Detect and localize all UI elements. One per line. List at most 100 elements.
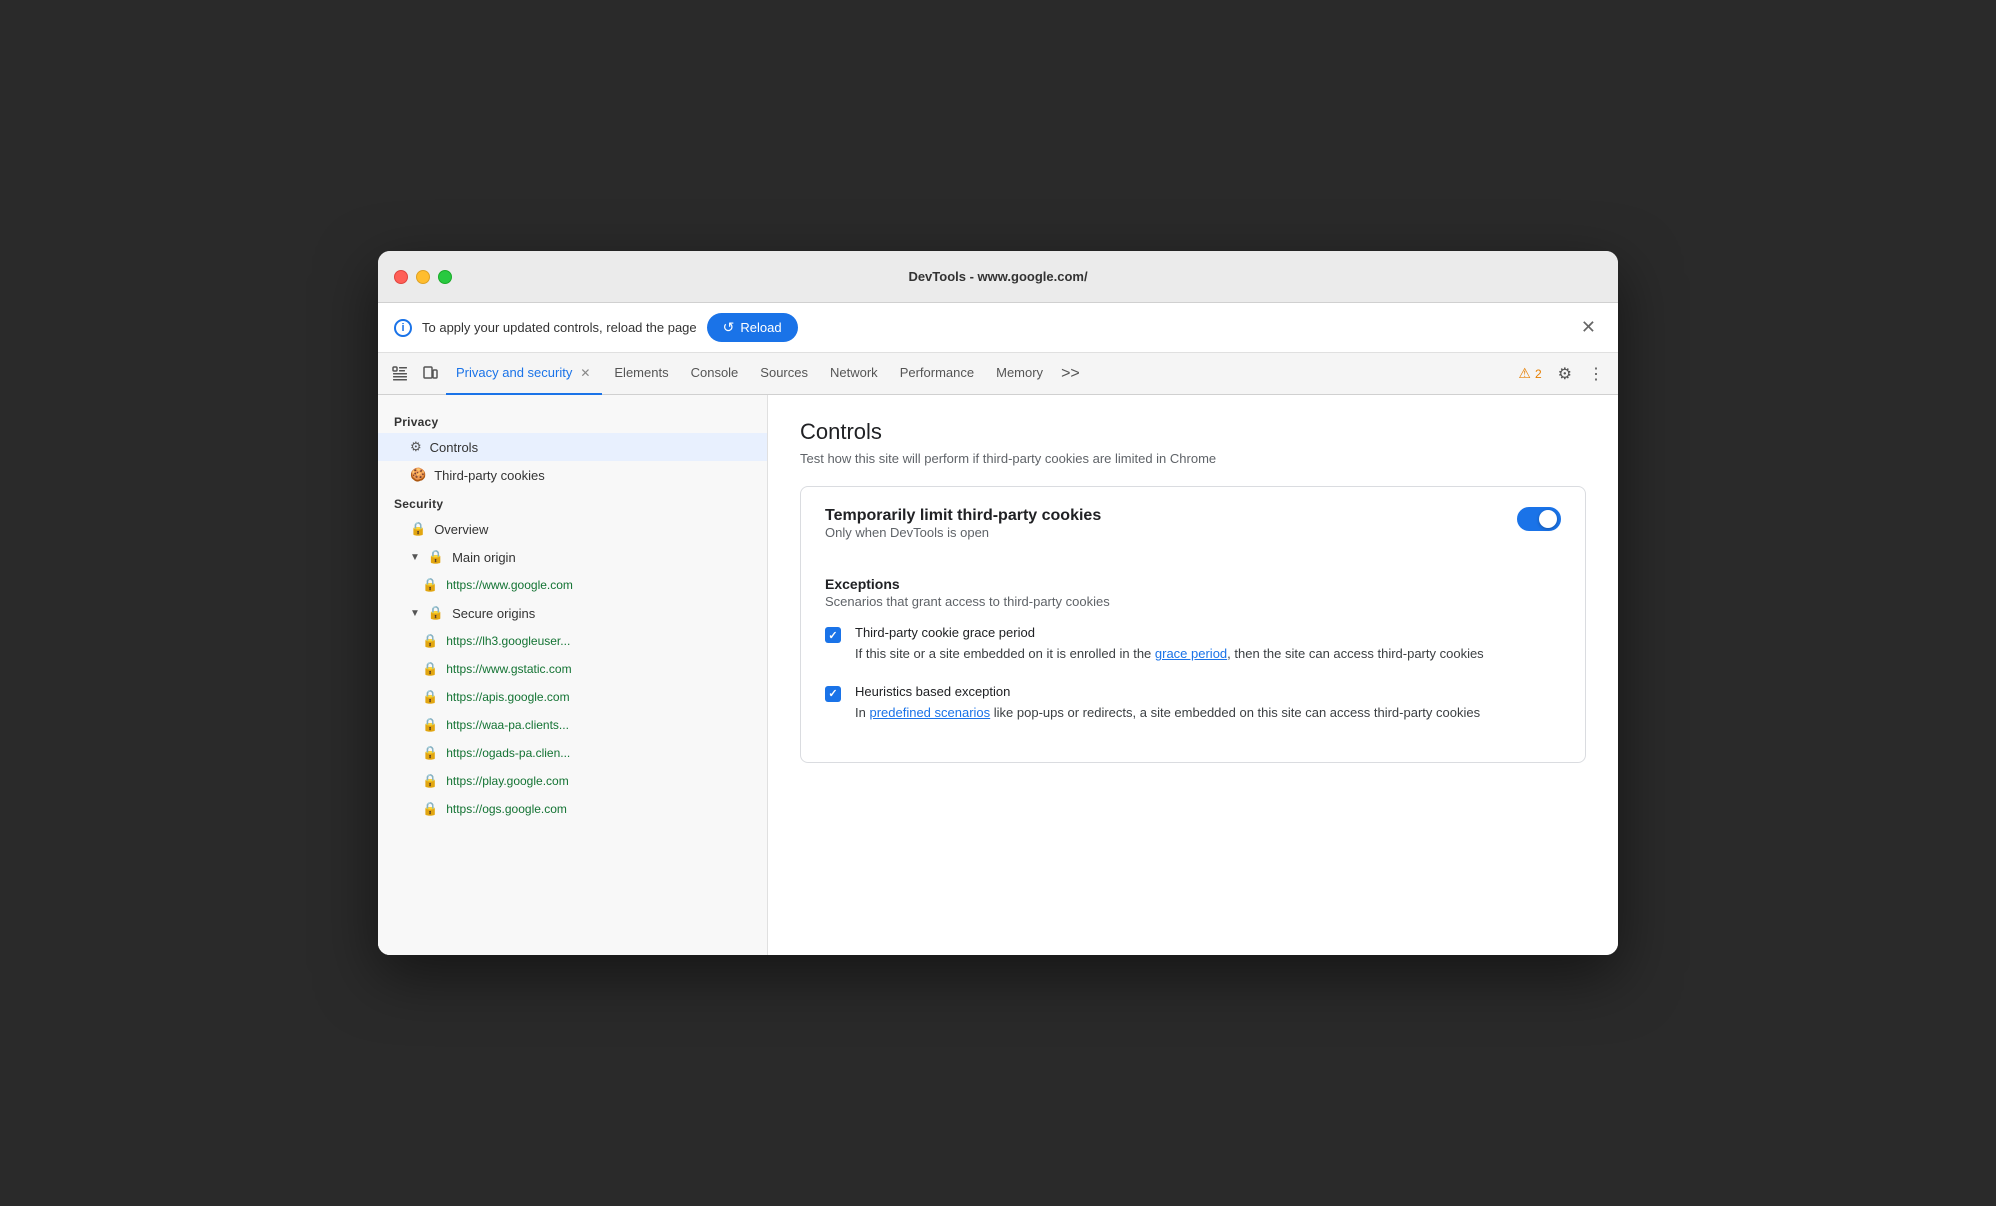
sidebar-main-origin-label: Main origin bbox=[452, 550, 516, 565]
tab-performance[interactable]: Performance bbox=[890, 353, 984, 395]
sidebar-item-url5[interactable]: 🔒 https://ogads-pa.clien... bbox=[378, 739, 767, 767]
grace-period-desc-after: , then the site can access third-party c… bbox=[1227, 646, 1484, 661]
grace-period-link[interactable]: grace period bbox=[1155, 646, 1227, 661]
minimize-button[interactable] bbox=[416, 270, 430, 284]
notification-message: To apply your updated controls, reload t… bbox=[422, 320, 697, 335]
lock-icon-url5: 🔒 bbox=[422, 745, 438, 761]
tab-performance-label: Performance bbox=[900, 365, 974, 380]
sidebar-item-controls[interactable]: ⚙ Controls bbox=[378, 433, 767, 461]
sidebar-item-secure-origins[interactable]: ▼ 🔒 Secure origins bbox=[378, 599, 767, 627]
warning-count: 2 bbox=[1535, 367, 1542, 381]
page-title: Controls bbox=[800, 419, 1586, 445]
sidebar-item-main-origin[interactable]: ▼ 🔒 Main origin bbox=[378, 543, 767, 571]
settings-icon: ⚙ bbox=[1558, 364, 1572, 384]
lock-icon-secure: 🔒 bbox=[428, 605, 444, 621]
device-icon bbox=[422, 366, 438, 382]
tab-sources-label: Sources bbox=[760, 365, 808, 380]
sidebar-third-party-label: Third-party cookies bbox=[434, 468, 545, 483]
tab-console[interactable]: Console bbox=[681, 353, 749, 395]
heuristics-checkbox[interactable]: ✓ bbox=[825, 686, 841, 702]
url2-label: https://www.gstatic.com bbox=[446, 662, 571, 676]
lock-icon-main-url: 🔒 bbox=[422, 577, 438, 593]
lock-icon-url3: 🔒 bbox=[422, 689, 438, 705]
page-subtitle: Test how this site will perform if third… bbox=[800, 451, 1586, 466]
warning-badge[interactable]: ⚠ 2 bbox=[1512, 363, 1547, 384]
lock-icon-url7: 🔒 bbox=[422, 801, 438, 817]
window-title: DevTools - www.google.com/ bbox=[908, 269, 1087, 284]
heuristics-desc: In predefined scenarios like pop-ups or … bbox=[855, 703, 1480, 723]
sidebar-overview-label: Overview bbox=[434, 522, 488, 537]
lock-icon-overview: 🔒 bbox=[410, 521, 426, 537]
url1-label: https://lh3.googleuser... bbox=[446, 634, 570, 648]
grace-period-text: Third-party cookie grace period If this … bbox=[855, 625, 1484, 664]
sidebar-item-url6[interactable]: 🔒 https://play.google.com bbox=[378, 767, 767, 795]
notification-close-button[interactable]: ✕ bbox=[1575, 315, 1602, 340]
url4-label: https://waa-pa.clients... bbox=[446, 718, 569, 732]
tab-elements-label: Elements bbox=[614, 365, 668, 380]
more-options-button[interactable]: ⋮ bbox=[1582, 360, 1610, 388]
tab-privacy-label: Privacy and security bbox=[456, 365, 572, 380]
url6-label: https://play.google.com bbox=[446, 774, 569, 788]
reload-icon: ↺ bbox=[723, 319, 735, 336]
lock-icon-url1: 🔒 bbox=[422, 633, 438, 649]
heuristics-link[interactable]: predefined scenarios bbox=[869, 705, 990, 720]
tab-console-label: Console bbox=[691, 365, 739, 380]
tab-memory[interactable]: Memory bbox=[986, 353, 1053, 395]
toolbar-right: ⚠ 2 ⚙ ⋮ bbox=[1512, 360, 1610, 388]
url5-label: https://ogads-pa.clien... bbox=[446, 746, 570, 760]
sidebar-secure-origins-label: Secure origins bbox=[452, 606, 535, 621]
lock-icon-url6: 🔒 bbox=[422, 773, 438, 789]
more-tabs-label: >> bbox=[1061, 365, 1080, 383]
card-title-block: Temporarily limit third-party cookies On… bbox=[825, 507, 1101, 560]
sidebar-item-main-origin-url[interactable]: 🔒 https://www.google.com bbox=[378, 571, 767, 599]
sidebar-controls-label: Controls bbox=[430, 440, 478, 455]
more-tabs-button[interactable]: >> bbox=[1055, 361, 1086, 387]
exceptions-subtitle: Scenarios that grant access to third-par… bbox=[825, 594, 1561, 609]
sidebar-item-url3[interactable]: 🔒 https://apis.google.com bbox=[378, 683, 767, 711]
toggle-switch[interactable] bbox=[1517, 507, 1561, 531]
sidebar-item-url7[interactable]: 🔒 https://ogs.google.com bbox=[378, 795, 767, 823]
exception-heuristics: ✓ Heuristics based exception In predefin… bbox=[825, 684, 1561, 723]
url3-label: https://apis.google.com bbox=[446, 690, 569, 704]
tab-network[interactable]: Network bbox=[820, 353, 888, 395]
tab-memory-label: Memory bbox=[996, 365, 1043, 380]
card-title: Temporarily limit third-party cookies bbox=[825, 507, 1101, 525]
tab-network-label: Network bbox=[830, 365, 878, 380]
sidebar-item-url2[interactable]: 🔒 https://www.gstatic.com bbox=[378, 655, 767, 683]
grace-period-checkbox[interactable]: ✓ bbox=[825, 627, 841, 643]
lock-icon-main-origin: 🔒 bbox=[428, 549, 444, 565]
device-toolbar-button[interactable] bbox=[416, 362, 444, 386]
sidebar: Privacy ⚙ Controls 🍪 Third-party cookies… bbox=[378, 395, 768, 955]
heuristics-desc-after: like pop-ups or redirects, a site embedd… bbox=[990, 705, 1480, 720]
lock-icon-url4: 🔒 bbox=[422, 717, 438, 733]
tab-elements[interactable]: Elements bbox=[604, 353, 678, 395]
titlebar: DevTools - www.google.com/ bbox=[378, 251, 1618, 303]
inspect-element-button[interactable] bbox=[386, 362, 414, 386]
sidebar-section-security: Security bbox=[378, 489, 767, 515]
cookie-control-card: Temporarily limit third-party cookies On… bbox=[800, 486, 1586, 763]
tab-privacy-close[interactable]: ✕ bbox=[578, 364, 592, 382]
maximize-button[interactable] bbox=[438, 270, 452, 284]
main-content: Controls Test how this site will perform… bbox=[768, 395, 1618, 955]
lock-icon-url2: 🔒 bbox=[422, 661, 438, 677]
sidebar-item-overview[interactable]: 🔒 Overview bbox=[378, 515, 767, 543]
tab-sources[interactable]: Sources bbox=[750, 353, 818, 395]
content-area: Privacy ⚙ Controls 🍪 Third-party cookies… bbox=[378, 395, 1618, 955]
notification-bar: i To apply your updated controls, reload… bbox=[378, 303, 1618, 353]
toolbar: Privacy and security ✕ Elements Console … bbox=[378, 353, 1618, 395]
close-button[interactable] bbox=[394, 270, 408, 284]
sidebar-item-url1[interactable]: 🔒 https://lh3.googleuser... bbox=[378, 627, 767, 655]
main-origin-url-label: https://www.google.com bbox=[446, 578, 573, 592]
collapse-arrow-main: ▼ bbox=[410, 552, 420, 563]
sidebar-item-url4[interactable]: 🔒 https://waa-pa.clients... bbox=[378, 711, 767, 739]
settings-button[interactable]: ⚙ bbox=[1552, 360, 1578, 388]
sidebar-item-third-party-cookies[interactable]: 🍪 Third-party cookies bbox=[378, 461, 767, 489]
toggle-knob bbox=[1539, 510, 1557, 528]
grace-period-name: Third-party cookie grace period bbox=[855, 625, 1484, 640]
more-options-icon: ⋮ bbox=[1588, 364, 1604, 384]
exceptions-title: Exceptions bbox=[825, 576, 1561, 592]
tab-privacy-and-security[interactable]: Privacy and security ✕ bbox=[446, 353, 602, 395]
reload-button[interactable]: ↺ Reload bbox=[707, 313, 798, 342]
grace-period-desc: If this site or a site embedded on it is… bbox=[855, 644, 1484, 664]
checkmark-icon-2: ✓ bbox=[828, 687, 837, 700]
